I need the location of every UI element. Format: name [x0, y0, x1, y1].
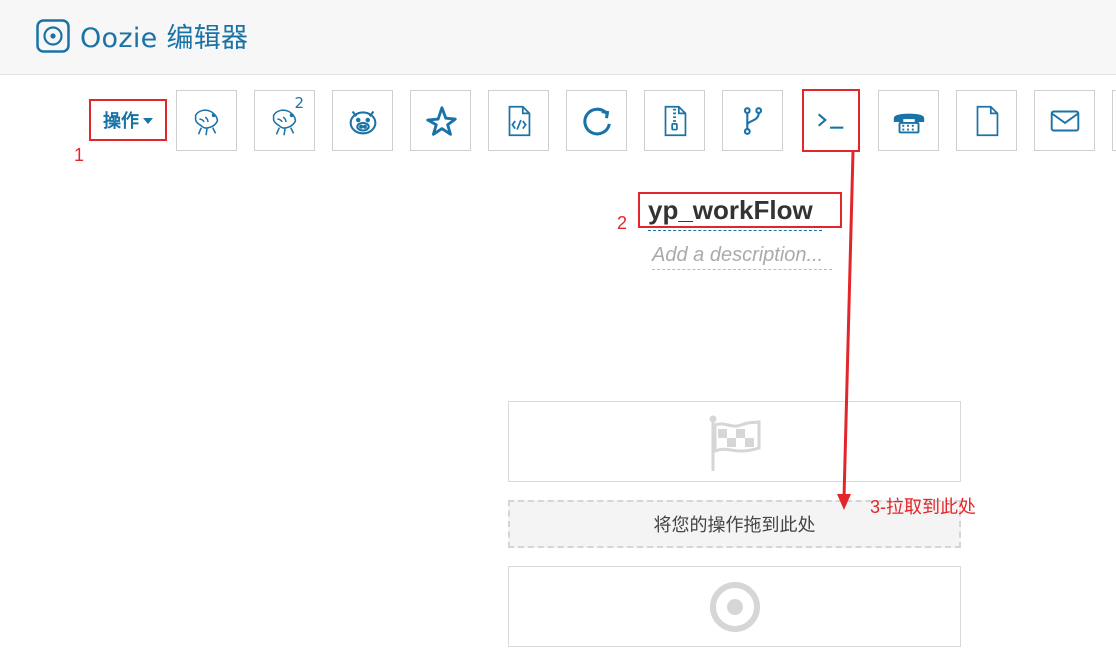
pig-icon	[349, 110, 376, 134]
code-file-icon	[508, 105, 530, 136]
annotation-step-1: 1	[74, 145, 85, 165]
start-node[interactable]	[508, 401, 961, 482]
actions-dropdown-label: 操作	[103, 111, 139, 132]
more-tool-edge	[1112, 90, 1116, 151]
file-icon	[976, 105, 998, 136]
email-action-button[interactable]	[1034, 90, 1095, 151]
spark-icon	[425, 105, 457, 136]
ssh-action-button[interactable]	[878, 90, 939, 151]
subworkflow-action-button[interactable]	[566, 90, 627, 151]
annotation-step-2: 2	[617, 213, 628, 233]
fork-icon	[743, 106, 762, 135]
hive2-action-button[interactable]: 2	[254, 90, 315, 151]
annotation-step-3: 3-拉取到此处	[870, 497, 977, 517]
target-icon	[709, 581, 760, 632]
fork-action-button[interactable]	[722, 90, 783, 151]
page-title: Oozie 编辑器	[80, 23, 249, 54]
end-node[interactable]	[508, 566, 961, 647]
hive-icon	[194, 108, 218, 135]
shell-icon	[817, 113, 844, 129]
flag-checkered-icon	[709, 415, 760, 471]
sync-icon	[582, 107, 611, 135]
java-action-button[interactable]	[488, 90, 549, 151]
shell-action-button[interactable]	[802, 89, 860, 152]
header-bar: Oozie 编辑器	[0, 0, 1116, 75]
email-icon	[1050, 110, 1079, 131]
zip-file-icon	[664, 105, 686, 136]
fs-action-button[interactable]	[956, 90, 1017, 151]
distcp-action-button[interactable]	[644, 90, 705, 151]
oozie-logo-icon	[36, 19, 70, 53]
ssh-icon	[893, 113, 924, 133]
workflow-name-underline	[648, 230, 822, 231]
chevron-down-icon	[143, 118, 153, 124]
pig-action-button[interactable]	[332, 90, 393, 151]
hive-action-button[interactable]	[176, 90, 237, 151]
workflow-name-field[interactable]: yp_workFlow	[638, 192, 842, 228]
workflow-description-field[interactable]: Add a description...	[652, 244, 832, 270]
spark-action-button[interactable]	[410, 90, 471, 151]
actions-dropdown[interactable]: 操作	[89, 99, 167, 141]
hive2-badge: 2	[294, 94, 304, 112]
